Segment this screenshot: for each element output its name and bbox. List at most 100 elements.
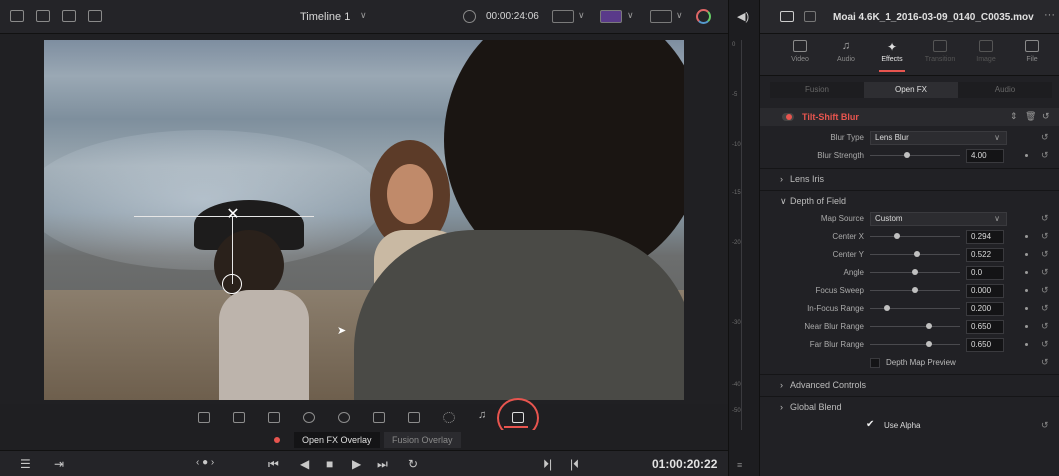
reset-icon[interactable]: ↺ [1041,213,1049,224]
reset-icon[interactable]: ↺ [1041,132,1049,143]
param-value[interactable]: 0.650 [966,320,1004,334]
depth-map-preview-checkbox[interactable] [870,358,880,368]
lens-iris-section[interactable]: › Lens Iris [760,168,1059,188]
keyframe-icon[interactable] [1025,253,1028,256]
keyframe-icon[interactable] [1025,307,1028,310]
split-view-icon[interactable] [804,11,816,22]
tab-video[interactable]: Video [780,40,820,63]
play-icon[interactable]: ▶ [352,457,361,471]
center-crosshair-handle[interactable]: ✕ [225,207,241,223]
keyframe-icon[interactable] [1025,235,1028,238]
output-dropdown[interactable] [600,10,622,23]
tab-open-fx-overlay[interactable]: Open FX Overlay [294,432,380,448]
param-value[interactable]: 0.0 [966,266,1004,280]
slider-track[interactable] [870,326,960,327]
reset-icon[interactable]: ↺ [1041,249,1049,260]
reset-icon[interactable]: ↺ [1041,150,1049,161]
timeline-title[interactable]: Timeline 1 [300,11,350,23]
dynamic-zoom-icon[interactable] [443,412,455,423]
depth-of-field-section[interactable]: ∨ Depth of Field [760,190,1059,210]
tab-transition[interactable]: Transition [920,40,960,63]
track-icon[interactable]: ⇥ [54,457,64,471]
speaker-icon[interactable]: ◀) [737,10,749,23]
filmstrip-view-icon[interactable] [62,10,76,22]
angle-handle[interactable] [222,274,242,294]
transform-icon[interactable] [268,412,280,423]
video-frame[interactable]: ✕ ➤ [44,40,684,400]
param-value[interactable]: 0.650 [966,338,1004,352]
reset-icon[interactable]: ↺ [1041,357,1049,368]
slider-knob[interactable] [884,305,890,311]
blur-strength-value[interactable]: 4.00 [966,149,1004,163]
grid-icon[interactable] [233,412,245,423]
keyframe-icon[interactable] [1025,271,1028,274]
next-frame-icon[interactable]: |⏴ [570,457,579,472]
viewer-size-dropdown[interactable] [552,10,574,23]
keyframe-icon[interactable] [1025,289,1028,292]
chevron-down-icon[interactable]: ∨ [360,10,367,21]
keyframe-icon[interactable] [1025,343,1028,346]
speed-icon[interactable] [338,412,350,423]
tab-fusion-overlay[interactable]: Fusion Overlay [384,432,461,448]
go-to-end-icon[interactable]: ⏭ [377,457,388,472]
audio-icon[interactable]: ♫ [478,409,486,421]
reset-icon[interactable]: ↺ [1041,339,1049,350]
tab-image[interactable]: Image [966,40,1006,63]
reset-icon[interactable]: ↺ [1042,111,1050,122]
slider-track[interactable] [870,155,960,156]
param-value[interactable]: 0.522 [966,248,1004,262]
chevron-down-icon[interactable]: ∨ [627,10,634,21]
slider-track[interactable] [870,344,960,345]
gallery-view-icon[interactable] [88,10,102,22]
clip-view-icon[interactable] [10,10,24,22]
subtab-audio[interactable]: Audio [958,82,1052,98]
slider-knob[interactable] [926,323,932,329]
slider-knob[interactable] [912,269,918,275]
subtab-open-fx[interactable]: Open FX [864,82,958,98]
trash-icon[interactable]: 🗑 [1025,111,1036,122]
blur-type-select[interactable]: Lens Blur ∨ [870,131,1007,145]
menu-icon[interactable]: ≡ [737,460,742,470]
reset-icon[interactable]: ↺ [1041,231,1049,242]
slider-knob[interactable] [894,233,900,239]
chevron-down-icon[interactable]: ∨ [676,10,683,21]
color-wheel-icon[interactable] [696,9,711,24]
param-value[interactable]: 0.000 [966,284,1004,298]
param-value[interactable]: 0.294 [966,230,1004,244]
reset-icon[interactable]: ↺ [1041,285,1049,296]
slider-track[interactable] [870,236,960,237]
zoom-icon[interactable] [408,412,420,423]
more-options-icon[interactable]: ··· [1044,9,1055,21]
loop-icon[interactable]: ↻ [408,457,418,471]
slider-knob[interactable] [912,287,918,293]
transform-dropdown[interactable] [650,10,672,23]
stop-icon[interactable]: ■ [326,457,333,471]
jog-icon[interactable]: ‹ ● › [196,457,214,468]
keyframe-icon[interactable] [1025,154,1028,157]
previous-frame-icon[interactable]: ⏵| [543,457,552,472]
param-value[interactable]: 0.200 [966,302,1004,316]
tab-audio[interactable]: ♫ Audio [826,40,866,63]
slider-knob[interactable] [904,152,910,158]
use-alpha-checkbox[interactable]: ✔ [866,419,878,431]
global-blend-section[interactable]: › Global Blend [760,396,1059,416]
crop-icon[interactable] [198,412,210,423]
tab-effects[interactable]: ✦ Effects [872,40,912,63]
inspector-icon[interactable] [780,11,794,22]
settings-sliders-icon[interactable]: ☰ [20,457,31,471]
advanced-controls-section[interactable]: › Advanced Controls [760,374,1059,394]
chevron-down-icon[interactable]: ∨ [578,10,585,21]
camera-icon[interactable] [373,412,385,423]
tab-file[interactable]: File [1012,40,1052,63]
map-source-select[interactable]: Custom ∨ [870,212,1007,226]
subtab-fusion[interactable]: Fusion [770,82,864,98]
go-to-start-icon[interactable]: ⏮ [268,457,279,472]
smart-reframe-icon[interactable] [303,412,315,423]
reset-icon[interactable]: ↺ [1041,321,1049,332]
thumbnail-view-icon[interactable] [36,10,50,22]
keyframe-icon[interactable] [1025,325,1028,328]
reset-icon[interactable]: ↺ [1041,267,1049,278]
slider-knob[interactable] [926,341,932,347]
reverse-play-icon[interactable]: ◀ [300,457,309,471]
reset-icon[interactable]: ↺ [1041,420,1049,431]
